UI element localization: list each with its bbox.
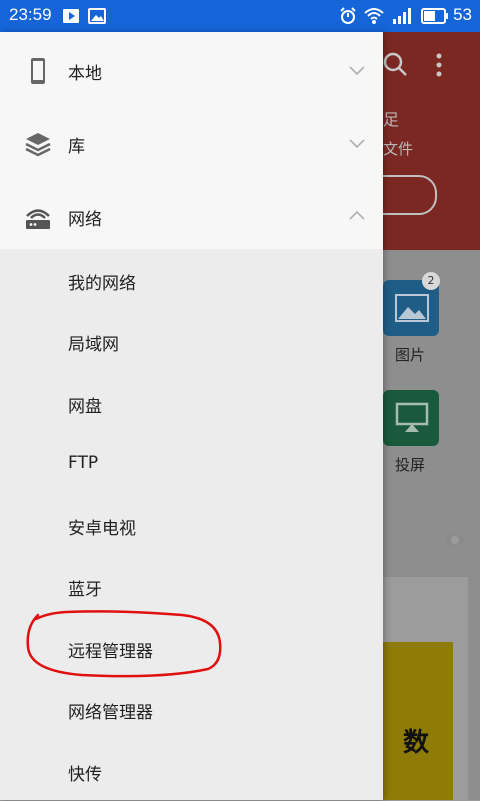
background-app[interactable]: 足 文件 2 图片 投屏 数: [383, 32, 480, 800]
network-item-label: 我的网络: [68, 274, 136, 294]
category-label: 库: [68, 137, 85, 157]
network-item-my-network[interactable]: 我的网络: [0, 249, 383, 310]
picture-icon: [395, 294, 429, 322]
network-item-label: 快传: [68, 765, 102, 785]
phone-icon: [31, 58, 45, 84]
network-item-android-tv[interactable]: 安卓电视: [0, 494, 383, 555]
network-item-ftp[interactable]: FTP: [0, 433, 383, 494]
network-item-label: 局域网: [68, 335, 119, 355]
network-item-quick-transfer[interactable]: 快传: [0, 740, 383, 801]
network-item-label: FTP: [68, 453, 99, 473]
navigation-drawer: 本地 库 网络 我的网络 局域网 网盘 FTP 安卓电视 蓝牙 远程管理器 网络…: [0, 32, 383, 800]
video-icon: [63, 9, 79, 23]
layers-icon: [25, 133, 51, 157]
cast-label: 投屏: [395, 456, 426, 474]
cast-icon: [395, 402, 429, 432]
annotation-circle: [26, 610, 222, 678]
pictures-badge: 2: [422, 272, 440, 290]
chevron-down-icon: [349, 139, 365, 149]
more-icon: [436, 53, 442, 77]
network-item-label: 安卓电视: [68, 519, 136, 539]
banner-partial-text: 数: [403, 728, 430, 758]
background-header: 足 文件: [383, 32, 480, 250]
status-time: 23:59: [9, 5, 52, 24]
eye-icon: [444, 534, 466, 546]
wifi-icon: [364, 8, 384, 24]
alarm-icon: [340, 7, 356, 24]
background-banner: 数: [383, 642, 453, 800]
category-label: 本地: [68, 64, 102, 84]
search-icon: [383, 52, 407, 76]
signal-icon: [393, 8, 411, 24]
status-bar: 23:59 53: [0, 0, 480, 32]
background-header-text: 足: [383, 110, 400, 129]
category-local[interactable]: 本地: [0, 35, 383, 107]
cast-tile: [383, 390, 439, 446]
network-item-lan[interactable]: 局域网: [0, 310, 383, 371]
category-library[interactable]: 库: [0, 108, 383, 180]
battery-icon: [421, 8, 448, 24]
network-item-label: 网盘: [68, 397, 102, 417]
category-label: 网络: [68, 210, 102, 230]
background-header-subtext: 文件: [383, 140, 414, 158]
background-button: [383, 175, 437, 215]
pictures-label: 图片: [395, 346, 426, 364]
battery-level: 53: [453, 5, 472, 24]
network-item-network-manager[interactable]: 网络管理器: [0, 678, 383, 739]
category-network[interactable]: 网络: [0, 181, 383, 253]
network-item-cloud-drive[interactable]: 网盘: [0, 372, 383, 433]
network-item-label: 蓝牙: [68, 580, 102, 600]
router-icon: [26, 209, 50, 229]
chevron-down-icon: [349, 66, 365, 76]
image-icon: [88, 8, 106, 24]
network-item-label: 网络管理器: [68, 703, 153, 723]
chevron-up-icon: [349, 210, 365, 220]
